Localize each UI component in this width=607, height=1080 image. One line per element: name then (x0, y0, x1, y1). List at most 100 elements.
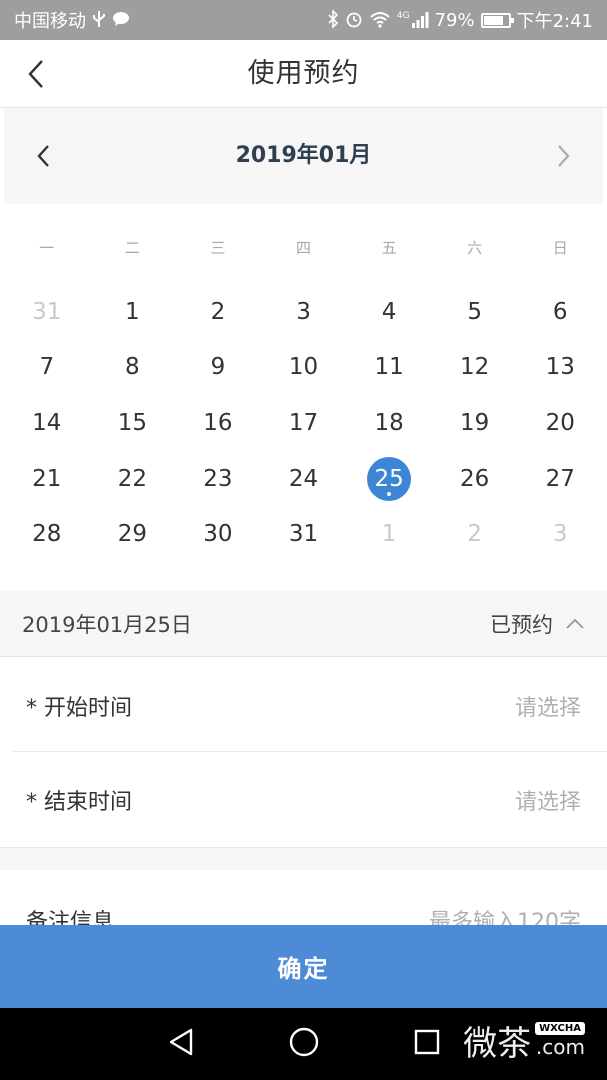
day-cell[interactable]: 9 (175, 340, 261, 396)
day-number-text: 22 (117, 465, 147, 492)
day-number: 26 (453, 457, 497, 501)
watermark-text: 微茶 (463, 1024, 532, 1064)
day-number-text: 23 (203, 465, 233, 492)
day-number: 24 (282, 457, 326, 501)
week-row: 21 22 23 24 25 26 27 (4, 451, 603, 507)
day-cell[interactable]: 2 (175, 284, 261, 340)
battery-fill (483, 15, 503, 25)
day-cell[interactable]: 19 (432, 395, 518, 451)
weekday-label: 五 (381, 239, 397, 257)
day-number-text: 8 (125, 354, 140, 381)
nav-home-button[interactable] (288, 1026, 320, 1062)
day-cell[interactable]: 21 (4, 451, 90, 507)
month-title: 2019年01月 (235, 143, 372, 168)
day-cell[interactable]: 2 (432, 506, 518, 562)
start-time-row[interactable]: * 开始时间 请选择 (0, 658, 607, 753)
status-time: 下午2:41 (516, 11, 593, 32)
day-cell[interactable]: 14 (4, 395, 90, 451)
day-number: 14 (25, 401, 69, 445)
day-cell[interactable]: 6 (517, 284, 603, 340)
day-cell[interactable]: 7 (4, 340, 90, 396)
day-number-text: 3 (296, 298, 311, 325)
day-cell[interactable]: 5 (432, 284, 518, 340)
day-number: 15 (110, 401, 154, 445)
nav-back-button[interactable] (167, 1027, 195, 1061)
square-recents-icon (414, 1029, 440, 1055)
day-cell[interactable]: 28 (4, 506, 90, 562)
day-number-text: 7 (39, 354, 55, 381)
watermark-domain: .com (535, 1035, 585, 1059)
day-number-text: 4 (381, 298, 397, 325)
day-cell-selected[interactable]: 25 (346, 451, 432, 507)
row-divider (12, 751, 607, 752)
day-cell[interactable]: 18 (346, 395, 432, 451)
day-cell[interactable]: 26 (432, 451, 518, 507)
day-number: 1 (110, 290, 154, 334)
day-cell[interactable]: 22 (90, 451, 176, 507)
day-number-text: 10 (288, 354, 319, 381)
day-cell[interactable]: 11 (346, 340, 432, 396)
day-number-text: 2 (467, 521, 482, 548)
week-row: 28 29 30 31 1 2 3 (4, 506, 603, 562)
week-row: 14 15 16 17 18 19 20 (4, 395, 603, 451)
day-number: 29 (110, 512, 154, 556)
day-number: 2 (196, 290, 240, 334)
day-cell[interactable]: 10 (261, 340, 347, 396)
weekday-label: 一 (39, 239, 55, 257)
weekday-label: 三 (210, 239, 226, 257)
day-number: 30 (196, 512, 240, 556)
weekday-header: 一二三四五六日 (4, 228, 603, 268)
day-number-text: 9 (210, 354, 226, 381)
day-number: 10 (282, 345, 326, 389)
day-number: 7 (25, 345, 69, 389)
day-cell[interactable]: 29 (90, 506, 176, 562)
day-cell[interactable]: 31 (261, 506, 347, 562)
day-cell[interactable]: 3 (517, 506, 603, 562)
section-gap (0, 848, 607, 870)
day-cell[interactable]: 15 (90, 395, 176, 451)
day-cell[interactable]: 27 (517, 451, 603, 507)
watermark: 微茶 WXCHA .com (463, 1016, 585, 1065)
day-number: 19 (453, 401, 497, 445)
start-time-picker[interactable]: 请选择 (515, 690, 581, 722)
next-month-button[interactable] (545, 138, 581, 174)
day-number: 31 (25, 290, 69, 334)
day-number: 13 (538, 345, 582, 389)
bluetooth-icon (327, 8, 339, 31)
month-selector: 2019年01月 (4, 108, 603, 204)
day-cell[interactable]: 1 (90, 284, 176, 340)
selected-date-row[interactable]: 2019年01月25日 已预约 (0, 591, 607, 657)
day-cell[interactable]: 24 (261, 451, 347, 507)
day-cell[interactable]: 3 (261, 284, 347, 340)
day-cell[interactable]: 23 (175, 451, 261, 507)
day-cell[interactable]: 12 (432, 340, 518, 396)
day-cell[interactable]: 30 (175, 506, 261, 562)
booking-dot (387, 491, 392, 496)
day-cell[interactable]: 17 (261, 395, 347, 451)
day-number-text: 26 (460, 465, 490, 492)
message-icon (112, 11, 130, 30)
end-time-picker[interactable]: 请选择 (515, 784, 581, 816)
weekday-label: 二 (124, 239, 140, 257)
day-number-text: 2 (210, 298, 226, 325)
day-number-text: 25 (374, 465, 404, 492)
status-right: 4G 79% 下午2:41 (327, 7, 593, 33)
triangle-back-icon (169, 1028, 193, 1056)
weekday-label: 四 (296, 239, 312, 257)
confirm-button[interactable]: 确定 (0, 925, 607, 1008)
day-cell[interactable]: 13 (517, 340, 603, 396)
chevron-right-icon (558, 145, 570, 167)
nav-recents-button[interactable] (414, 1029, 440, 1059)
day-cell[interactable]: 8 (90, 340, 176, 396)
day-cell[interactable]: 31 (4, 284, 90, 340)
day-number-text: 30 (203, 521, 233, 548)
day-number: 21 (25, 457, 69, 501)
end-time-row[interactable]: * 结束时间 请选择 (0, 753, 607, 848)
day-cell[interactable]: 4 (346, 284, 432, 340)
day-cell[interactable]: 16 (175, 395, 261, 451)
day-cell[interactable]: 20 (517, 395, 603, 451)
week-row: 7 8 9 10 11 12 13 (4, 340, 603, 396)
day-number-text: 31 (288, 521, 319, 548)
day-cell[interactable]: 1 (346, 506, 432, 562)
booking-status[interactable]: 已预约 (490, 609, 585, 639)
